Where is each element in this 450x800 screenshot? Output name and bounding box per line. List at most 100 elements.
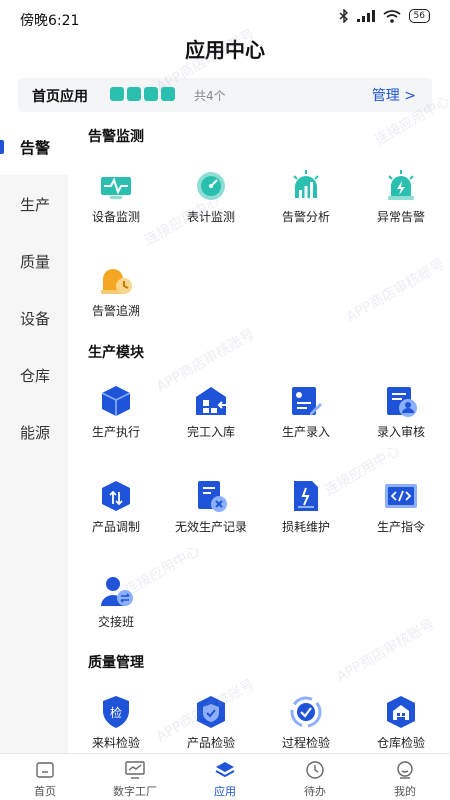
home-apps-count: 共4个 <box>194 89 226 103</box>
category-sidebar: 告警 生产 质量 设备 仓库 能源 <box>0 118 68 753</box>
tab-label: 数字工厂 <box>113 785 157 798</box>
app-label: 生产录入 <box>281 425 330 439</box>
sidebar-item-label: 仓库 <box>20 367 51 385</box>
process-check-icon <box>290 696 322 728</box>
home-apps-title: 首页应用 <box>32 89 88 105</box>
page-title: 应用中心 <box>185 38 265 62</box>
app-label: 过程检验 <box>281 736 330 750</box>
sidebar-item-energy[interactable]: 能源 <box>0 403 68 460</box>
user-face-icon <box>397 761 413 779</box>
clock-icon <box>306 761 324 779</box>
meter-monitor-icon <box>197 172 225 200</box>
tab-home[interactable]: 首页 <box>0 754 90 800</box>
alarm-trace-icon <box>101 269 132 294</box>
sidebar-item-production[interactable]: 生产 <box>0 175 68 232</box>
shift-handover-icon <box>101 577 133 606</box>
sidebar-item-label: 告警 <box>20 139 51 157</box>
app-label: 仓库检验 <box>376 736 425 750</box>
loss-maintenance-icon <box>294 481 318 511</box>
sidebar-item-quality[interactable]: 质量 <box>0 232 68 289</box>
active-indicator <box>0 140 4 154</box>
sidebar-item-label: 质量 <box>20 253 51 271</box>
app-label: 交接班 <box>97 615 134 629</box>
sidebar-item-alarm[interactable]: 告警 <box>0 118 68 175</box>
invalid-record-icon <box>198 481 227 512</box>
status-time: 傍晚6:21 <box>20 13 80 29</box>
home-apps-bar: 首页应用 共4个 管理 > <box>18 78 432 112</box>
app-production-entry[interactable]: 生产录入 <box>260 383 352 453</box>
warehouse-in-icon <box>196 387 226 415</box>
sidebar-item-equipment[interactable]: 设备 <box>0 289 68 346</box>
abnormal-alarm-mini-icon <box>161 87 175 101</box>
app-completion-storage[interactable]: 完工入库 <box>165 383 257 453</box>
tab-label: 我的 <box>394 785 416 798</box>
app-incoming-inspection[interactable]: 检 来料检验 <box>70 694 162 753</box>
app-label: 产品调制 <box>91 520 140 534</box>
app-label: 损耗维护 <box>281 520 330 534</box>
section-title-quality: 质量管理 <box>88 655 144 671</box>
app-label: 产品检验 <box>186 736 235 750</box>
layers-icon <box>215 762 235 778</box>
app-invalid-production-record[interactable]: 无效生产记录 <box>165 478 257 548</box>
app-label: 异常告警 <box>376 210 425 224</box>
app-entry-review[interactable]: 录入审核 <box>355 383 447 453</box>
app-label: 表计监测 <box>186 210 235 224</box>
app-label: 告警追溯 <box>91 304 140 318</box>
status-bar: 傍晚6:21 56 <box>0 0 450 36</box>
app-loss-maintenance[interactable]: 损耗维护 <box>260 478 352 548</box>
app-production-execution[interactable]: 生产执行 <box>70 383 162 453</box>
app-production-order[interactable]: 生产指令 <box>355 478 447 548</box>
tab-label: 首页 <box>34 785 56 798</box>
app-label: 设备监测 <box>91 210 140 224</box>
svg-text:检: 检 <box>110 705 122 720</box>
warehouse-shield-icon <box>387 696 415 728</box>
app-alarm-trace[interactable]: 告警追溯 <box>70 262 162 332</box>
app-label: 完工入库 <box>186 425 235 439</box>
box-icon <box>101 386 131 416</box>
home-icon <box>36 762 54 778</box>
home-apps-preview <box>110 87 175 101</box>
app-product-modulation[interactable]: 产品调制 <box>70 478 162 548</box>
device-monitor-icon <box>101 177 131 199</box>
sidebar-item-warehouse[interactable]: 仓库 <box>0 346 68 403</box>
app-shift-handover[interactable]: 交接班 <box>70 573 162 643</box>
code-window-icon <box>385 484 417 508</box>
product-adjust-icon <box>102 481 130 511</box>
tab-label: 待办 <box>304 785 326 798</box>
tab-apps[interactable]: 应用 <box>180 754 270 800</box>
tab-digital-factory[interactable]: 数字工厂 <box>90 754 180 800</box>
app-warehouse-inspection[interactable]: 仓库检验 <box>355 694 447 753</box>
tab-todo[interactable]: 待办 <box>270 754 360 800</box>
app-process-inspection[interactable]: 过程检验 <box>260 694 352 753</box>
tab-label: 应用 <box>214 785 236 798</box>
section-title-alarm: 告警监测 <box>88 129 144 145</box>
app-product-inspection[interactable]: 产品检验 <box>165 694 257 753</box>
app-label: 来料检验 <box>91 736 140 750</box>
alarm-analysis-mini-icon <box>144 87 158 101</box>
product-shield-icon <box>197 696 225 728</box>
section-title-production: 生产模块 <box>88 345 144 361</box>
app-label: 录入审核 <box>376 425 425 439</box>
battery-indicator: 56 <box>408 9 430 23</box>
app-meter-monitor[interactable]: 表计监测 <box>165 168 257 238</box>
app-abnormal-alarm[interactable]: 异常告警 <box>355 168 447 238</box>
meter-monitor-mini-icon <box>127 87 141 101</box>
alarm-analysis-icon <box>293 170 319 198</box>
app-label: 告警分析 <box>281 210 330 224</box>
app-label: 生产执行 <box>91 425 140 439</box>
bluetooth-icon <box>339 9 348 23</box>
app-alarm-analysis[interactable]: 告警分析 <box>260 168 352 238</box>
sidebar-item-label: 生产 <box>20 196 51 214</box>
app-label: 生产指令 <box>376 520 425 534</box>
app-device-monitor[interactable]: 设备监测 <box>70 168 162 238</box>
app-grid-content: 告警监测 设备监测 表计监测 告警分析 异常告警 告警追溯 生产模块 生产执行 … <box>68 118 450 753</box>
manage-button[interactable]: 管理 > <box>372 85 416 105</box>
tab-mine[interactable]: 我的 <box>360 754 450 800</box>
wifi-icon <box>383 9 401 23</box>
review-user-icon <box>387 387 417 417</box>
sidebar-item-label: 能源 <box>20 424 51 442</box>
bottom-tab-bar: 首页 数字工厂 应用 待办 我的 <box>0 753 450 800</box>
status-icons: 56 <box>339 9 430 23</box>
signal-icon <box>356 10 375 22</box>
monitor-chart-icon <box>125 761 145 779</box>
